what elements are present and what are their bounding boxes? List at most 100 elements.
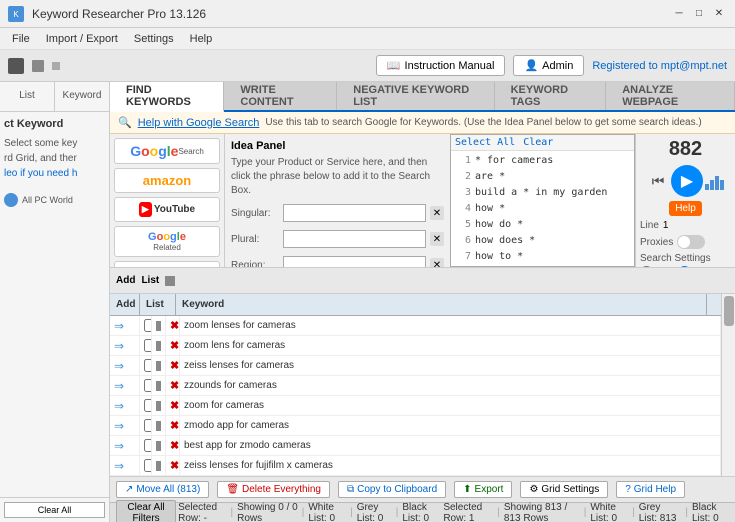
clear-all-filters-button[interactable]: Clear All xyxy=(4,502,105,518)
grid-body[interactable]: ⇒ ✖ zoom lenses for cameras ⇒ ✖ zoom len… xyxy=(110,316,721,476)
region-label: Region: xyxy=(231,260,279,268)
grid-cell-arrow-1[interactable]: ⇒ xyxy=(110,316,140,335)
plural-clear-button[interactable]: ✕ xyxy=(430,232,444,246)
grid-cell-x-4[interactable]: ✖ xyxy=(166,376,180,395)
move-icon: ↗ xyxy=(125,484,133,495)
row-checkbox-4[interactable] xyxy=(144,379,152,392)
youtube-button[interactable]: ▶ YouTube xyxy=(114,197,220,222)
kw-line-4: 4how * xyxy=(453,201,632,217)
delete-everything-button[interactable]: 🗑 Delete Everything xyxy=(217,481,330,498)
grid-row-2[interactable]: ⇒ ✖ zoom lens for cameras xyxy=(110,336,721,356)
grid-cell-x-2[interactable]: ✖ xyxy=(166,336,180,355)
grid-row-4[interactable]: ⇒ ✖ zzounds for cameras xyxy=(110,376,721,396)
grid-cell-arrow-5[interactable]: ⇒ xyxy=(110,396,140,415)
instruction-manual-button[interactable]: 📖 Instruction Manual xyxy=(376,55,506,76)
grid-cell-checkbox-5[interactable] xyxy=(140,396,152,415)
grid-scrollbar[interactable] xyxy=(721,294,735,476)
copy-to-clipboard-button[interactable]: ⧉ Copy to Clipboard xyxy=(338,481,446,498)
singular-input[interactable] xyxy=(283,204,426,222)
proxies-toggle[interactable] xyxy=(677,235,705,249)
tab-analyze-webpage[interactable]: ANALYZE WEBPAGE xyxy=(606,82,735,110)
tab-find-keywords[interactable]: FIND KEYWORDS xyxy=(110,82,224,112)
youtube-logo: ▶ YouTube xyxy=(139,202,195,217)
menu-item-file[interactable]: File xyxy=(4,31,38,47)
tab-keyword-tags[interactable]: KEYWORD TAGS xyxy=(495,82,607,110)
rewind-button[interactable]: ⏮ xyxy=(647,170,669,192)
grid-help-button[interactable]: ? Grid Help xyxy=(616,481,685,498)
grid-cell-x-1[interactable]: ✖ xyxy=(166,316,180,335)
row-checkbox-5[interactable] xyxy=(144,399,152,412)
grid-cell-keyword-5: zoom for cameras xyxy=(180,396,721,415)
row-checkbox-7[interactable] xyxy=(144,439,152,452)
idea-panel-desc: Type your Product or Service here, and t… xyxy=(231,156,444,198)
grid-row-1[interactable]: ⇒ ✖ zoom lenses for cameras xyxy=(110,316,721,336)
admin-button[interactable]: 👤 Admin xyxy=(513,55,584,76)
menu-item-help[interactable]: Help xyxy=(182,31,221,47)
grid-row-3[interactable]: ⇒ ✖ zeiss lenses for cameras xyxy=(110,356,721,376)
grid-cell-arrow-3[interactable]: ⇒ xyxy=(110,356,140,375)
grid-cell-checkbox-1[interactable] xyxy=(140,316,152,335)
grid-cell-x-3[interactable]: ✖ xyxy=(166,356,180,375)
tab-negative-keyword-list[interactable]: NEGATIVE KEYWORD LIST xyxy=(337,82,494,110)
grid-cell-arrow-2[interactable]: ⇒ xyxy=(110,336,140,355)
grid-cell-x-8[interactable]: ✖ xyxy=(166,456,180,475)
sep7: | xyxy=(632,507,635,518)
select-all-link[interactable]: Select All xyxy=(455,137,515,148)
grid-header: Add List Keyword xyxy=(110,294,721,316)
menu-item-import-export[interactable]: Import / Export xyxy=(38,31,126,47)
status-showing: Showing 0 / 0 Rows xyxy=(237,502,298,522)
grid-cell-checkbox-4[interactable] xyxy=(140,376,152,395)
plural-input[interactable] xyxy=(283,230,426,248)
grid-row-7[interactable]: ⇒ ✖ best app for zmodo cameras xyxy=(110,436,721,456)
close-button[interactable]: ✕ xyxy=(711,6,727,22)
clear-all-filters-button[interactable]: Clear All Filters xyxy=(116,500,176,522)
amazon-button[interactable]: amazon xyxy=(114,168,220,193)
grid-row-8[interactable]: ⇒ ✖ zeiss lenses for fujifilm x cameras xyxy=(110,456,721,476)
minimize-button[interactable]: ─ xyxy=(671,6,687,22)
grid-row-6[interactable]: ⇒ ✖ zmodo app for cameras xyxy=(110,416,721,436)
grid-cell-arrow-6[interactable]: ⇒ xyxy=(110,416,140,435)
grid-cell-checkbox-8[interactable] xyxy=(140,456,152,475)
row-checkbox-6[interactable] xyxy=(144,419,152,432)
grid-cell-checkbox-7[interactable] xyxy=(140,436,152,455)
grid-cell-checkbox-6[interactable] xyxy=(140,416,152,435)
grid-cell-arrow-7[interactable]: ⇒ xyxy=(110,436,140,455)
row-checkbox-2[interactable] xyxy=(144,339,152,352)
export-button[interactable]: ⬆ Export xyxy=(454,481,512,498)
row-checkbox-3[interactable] xyxy=(144,359,152,372)
grid-cell-x-6[interactable]: ✖ xyxy=(166,416,180,435)
row-checkbox-1[interactable] xyxy=(144,319,152,332)
row-checkbox-8[interactable] xyxy=(144,459,152,472)
sidebar-link[interactable]: leo if you need h xyxy=(0,166,109,181)
arrow-right-icon-8: ⇒ xyxy=(114,459,124,473)
google-button[interactable]: Google Search xyxy=(114,138,220,164)
line-label: Line xyxy=(640,220,659,231)
grid-row-5[interactable]: ⇒ ✖ zoom for cameras xyxy=(110,396,721,416)
region-clear-button[interactable]: ✕ xyxy=(430,258,444,267)
scrollbar-thumb[interactable] xyxy=(724,296,734,326)
grid-cell-checkbox-2[interactable] xyxy=(140,336,152,355)
help-button[interactable]: Help xyxy=(669,201,702,216)
tab-write-content[interactable]: WRITE CONTENT xyxy=(224,82,337,110)
sidebar-items: ct Keyword Select some key rd Grid, and … xyxy=(0,112,109,497)
help-with-google-link[interactable]: Help with Google Search xyxy=(138,117,260,129)
grid-cell-arrow-8[interactable]: ⇒ xyxy=(110,456,140,475)
grid-cell-x-5[interactable]: ✖ xyxy=(166,396,180,415)
grid-cell-x-7[interactable]: ✖ xyxy=(166,436,180,455)
grid-toolbar-icon xyxy=(165,276,175,286)
region-input[interactable] xyxy=(283,256,426,267)
delete-everything-label: Delete Everything xyxy=(242,484,321,495)
grid-cell-checkbox-3[interactable] xyxy=(140,356,152,375)
grid-cell-arrow-4[interactable]: ⇒ xyxy=(110,376,140,395)
grid-settings-button[interactable]: ⚙ Grid Settings xyxy=(520,481,608,498)
grid-cell-keyword-1: zoom lenses for cameras xyxy=(180,316,721,335)
play-button[interactable]: ▶ xyxy=(671,165,703,197)
menu-item-settings[interactable]: Settings xyxy=(126,31,182,47)
google-related-button[interactable]: Google Related xyxy=(114,226,220,257)
clear-link[interactable]: Clear xyxy=(523,137,553,148)
move-all-button[interactable]: ↗ Move All (813) xyxy=(116,481,209,498)
singular-clear-button[interactable]: ✕ xyxy=(430,206,444,220)
admin-label: Admin xyxy=(542,60,573,72)
maximize-button[interactable]: □ xyxy=(691,6,707,22)
arrow-right-icon-6: ⇒ xyxy=(114,419,124,433)
